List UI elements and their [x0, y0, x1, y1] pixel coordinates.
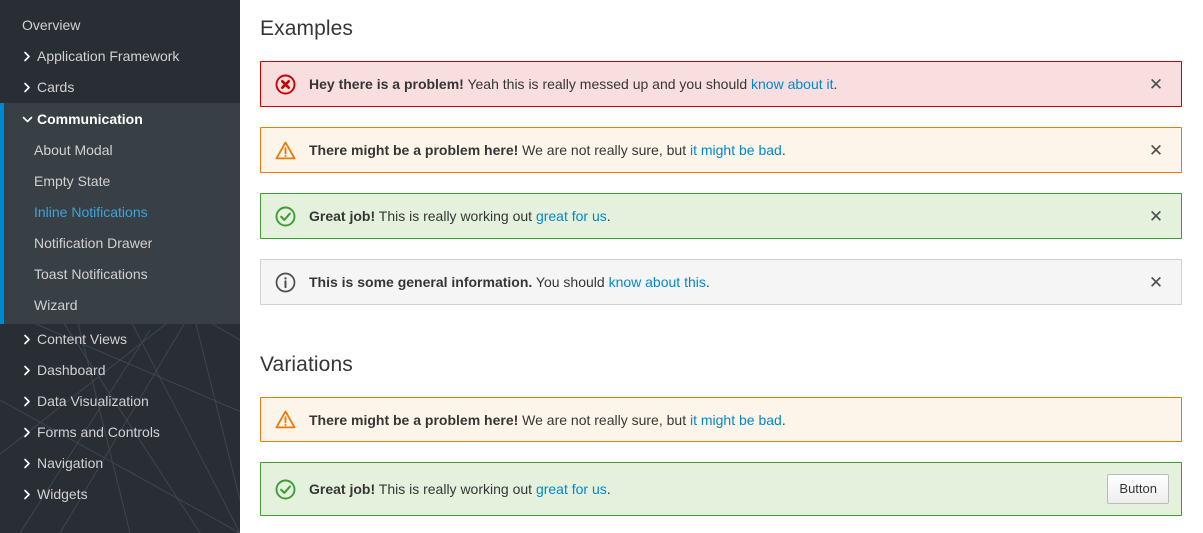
sidebar-item-wizard[interactable]: Wizard — [4, 290, 240, 321]
alert-strong: Great job! — [309, 208, 376, 224]
sidebar-item-content-views[interactable]: Content Views — [0, 324, 240, 355]
warning-triangle-icon — [275, 409, 296, 430]
sidebar-nav-list: Overview Application Framework Cards Com… — [0, 0, 240, 510]
sidebar-item-label: Navigation — [37, 455, 104, 471]
sidebar-item-cards[interactable]: Cards — [0, 72, 240, 103]
alert-body: This is really working out — [375, 208, 536, 224]
warning-triangle-icon — [275, 140, 296, 161]
sidebar-item-widgets[interactable]: Widgets — [0, 479, 240, 510]
alert-strong: Hey there is a problem! — [309, 76, 464, 92]
success-circle-check-icon — [275, 479, 296, 500]
success-circle-check-icon — [275, 206, 296, 227]
sidebar-item-label: Dashboard — [37, 362, 106, 378]
alert-close-button[interactable]: ✕ — [1145, 271, 1167, 293]
alert-link[interactable]: great for us — [536, 208, 607, 224]
sidebar-item-toast-notifications[interactable]: Toast Notifications — [4, 259, 240, 290]
sidebar-item-dashboard[interactable]: Dashboard — [0, 355, 240, 386]
chevron-right-icon — [22, 334, 35, 345]
chevron-right-icon — [22, 458, 35, 469]
page-title-variations: Variations — [260, 353, 353, 376]
sidebar-item-forms-and-controls[interactable]: Forms and Controls — [0, 417, 240, 448]
sidebar-item-label: Overview — [22, 17, 81, 33]
page-root: Overview Application Framework Cards Com… — [0, 0, 1203, 533]
sidebar-group-communication: Communication About Modal Empty State In… — [0, 103, 240, 324]
alert-body: This is really working out — [375, 481, 536, 498]
alert-action-button[interactable]: Button — [1107, 474, 1169, 505]
alert-body: We are not really sure, but — [518, 142, 690, 158]
chevron-right-icon — [22, 51, 35, 62]
alert-strong: This is some general information. — [309, 274, 533, 290]
sidebar-item-label: Cards — [37, 79, 75, 95]
sidebar-item-label: Data Visualization — [37, 393, 149, 409]
sidebar-group-header-communication[interactable]: Communication — [4, 103, 240, 135]
main-content: Examples Hey there is a problem! Yeah th… — [240, 0, 1203, 533]
sidebar-item-notification-drawer[interactable]: Notification Drawer — [4, 228, 240, 259]
alert-close-button[interactable]: ✕ — [1145, 73, 1167, 95]
sidebar-subnav-list: About Modal Empty State Inline Notificat… — [4, 135, 240, 324]
alert-tail: . — [606, 481, 611, 498]
alert-tail: . — [781, 411, 786, 428]
sidebar-item-label: Application Framework — [37, 48, 180, 64]
page-title-examples: Examples — [260, 17, 354, 40]
alert-message: Great job! This is really working out gr… — [309, 206, 1133, 226]
chevron-right-icon — [22, 489, 35, 500]
info-circle-icon — [275, 272, 296, 293]
alert-danger: Hey there is a problem! Yeah this is rea… — [260, 61, 1182, 107]
alert-warning: There might be a problem here! We are no… — [260, 127, 1182, 173]
alert-link[interactable]: know about it — [751, 76, 834, 92]
sidebar-group-label: Communication — [37, 111, 143, 127]
sidebar-item-inline-notifications[interactable]: Inline Notifications — [4, 197, 240, 228]
sidebar-item-label: Widgets — [37, 486, 88, 502]
alert-success: Great job! This is really working out gr… — [260, 193, 1182, 239]
alert-tail: . — [705, 274, 710, 290]
alert-body: You should — [532, 274, 609, 290]
alert-variation-warning: There might be a problem here! We are no… — [260, 397, 1182, 442]
alert-strong: There might be a problem here! — [309, 142, 519, 158]
sidebar-item-data-visualization[interactable]: Data Visualization — [0, 386, 240, 417]
chevron-down-icon — [22, 114, 35, 125]
alert-tail: . — [606, 208, 611, 224]
alert-info: This is some general information. You sh… — [260, 259, 1182, 305]
alert-close-button[interactable]: ✕ — [1145, 205, 1167, 227]
sidebar-item-empty-state[interactable]: Empty State — [4, 166, 240, 197]
alert-message: There might be a problem here! We are no… — [309, 410, 1167, 430]
variations-alert-list: There might be a problem here! We are no… — [260, 397, 1182, 517]
alert-variation-success: Great job! This is really working out gr… — [260, 462, 1182, 517]
alert-link[interactable]: it might be bad — [690, 412, 782, 428]
alert-link[interactable]: great for us — [536, 481, 607, 497]
error-circle-x-icon — [275, 74, 296, 95]
alert-body: Yeah this is really messed up and you sh… — [463, 76, 752, 92]
alert-strong: There might be a problem here! — [309, 411, 519, 428]
examples-alert-list: Hey there is a problem! Yeah this is rea… — [260, 61, 1182, 305]
sidebar-item-application-framework[interactable]: Application Framework — [0, 41, 240, 72]
alert-message: Hey there is a problem! Yeah this is rea… — [309, 74, 1133, 94]
chevron-right-icon — [22, 365, 35, 376]
alert-strong: Great job! — [309, 481, 376, 498]
chevron-right-icon — [22, 396, 35, 407]
sidebar-item-navigation[interactable]: Navigation — [0, 448, 240, 479]
alert-message: There might be a problem here! We are no… — [309, 140, 1133, 160]
alert-link[interactable]: know about this — [609, 274, 706, 290]
alert-message: Great job! This is really working out gr… — [309, 479, 1095, 499]
alert-link[interactable]: it might be bad — [690, 142, 782, 158]
alert-body: We are not really sure, but — [518, 411, 690, 428]
alert-tail: . — [781, 142, 786, 158]
sidebar-item-about-modal[interactable]: About Modal — [4, 135, 240, 166]
chevron-right-icon — [22, 427, 35, 438]
alert-message: This is some general information. You sh… — [309, 272, 1133, 292]
alert-tail: . — [833, 76, 838, 92]
sidebar: Overview Application Framework Cards Com… — [0, 0, 240, 533]
chevron-right-icon — [22, 82, 35, 93]
sidebar-item-overview[interactable]: Overview — [0, 10, 240, 41]
sidebar-item-label: Content Views — [37, 331, 128, 347]
sidebar-item-label: Forms and Controls — [37, 424, 160, 440]
alert-close-button[interactable]: ✕ — [1145, 139, 1167, 161]
